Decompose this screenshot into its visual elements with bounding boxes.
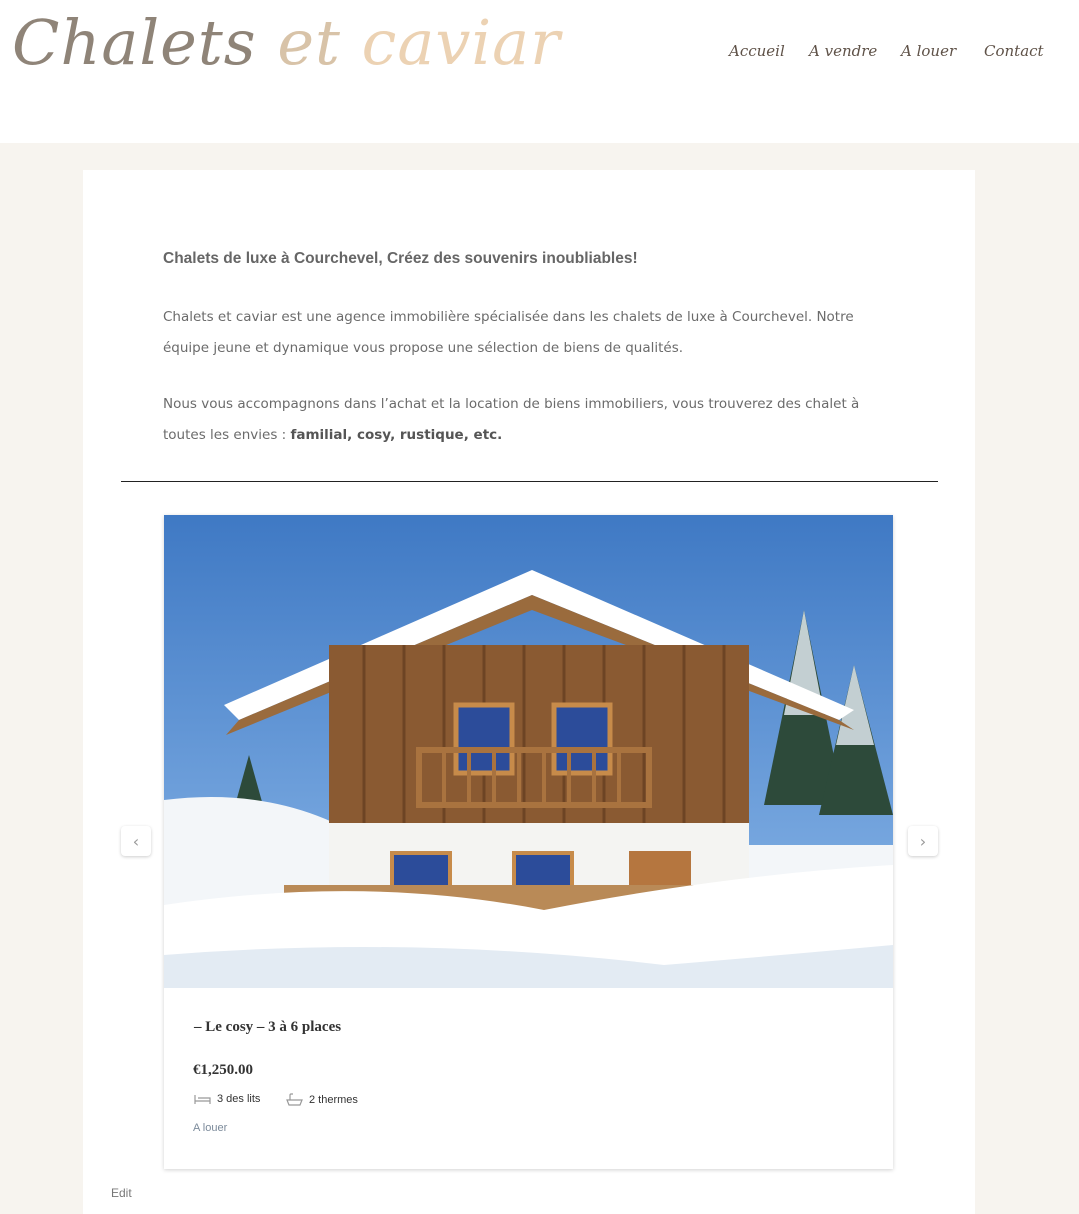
edit-link[interactable]: Edit bbox=[111, 1186, 132, 1200]
chevron-right-icon: › bbox=[919, 831, 927, 851]
bathtub-icon bbox=[286, 1093, 303, 1106]
intro-headline: Chalets de luxe à Courchevel, Créez des … bbox=[163, 250, 638, 267]
listing-status-link[interactable]: A louer bbox=[193, 1122, 227, 1134]
baths-info: 2 thermes bbox=[286, 1093, 358, 1107]
main-nav: Accueil A vendre A louer Contact bbox=[0, 42, 1079, 62]
main-content: Chalets de luxe à Courchevel, Créez des … bbox=[83, 170, 975, 1214]
nav-link-accueil[interactable]: Accueil bbox=[729, 42, 785, 60]
beds-info: 3 des lits bbox=[194, 1093, 260, 1105]
listing-title[interactable]: – Le cosy – 3 à 6 places bbox=[194, 1019, 341, 1036]
baths-count: 2 thermes bbox=[309, 1093, 358, 1106]
listing-price: €1,250.00 bbox=[193, 1062, 253, 1078]
section-divider bbox=[121, 481, 938, 482]
services-text: Nous vous accompagnons dans l’achat et l… bbox=[163, 396, 860, 443]
services-bold: familial, cosy, rustique, etc. bbox=[290, 427, 503, 443]
intro-paragraph-services: Nous vous accompagnons dans l’achat et l… bbox=[163, 389, 903, 451]
carousel-next-button[interactable]: › bbox=[908, 826, 938, 856]
nav-link-a-vendre[interactable]: A vendre bbox=[809, 42, 877, 60]
chevron-left-icon: ‹ bbox=[132, 831, 140, 851]
site-header: Chalets et caviar Accueil A vendre A lou… bbox=[0, 0, 1079, 143]
carousel-prev-button[interactable]: ‹ bbox=[121, 826, 151, 856]
listing-card[interactable]: – Le cosy – 3 à 6 places €1,250.00 3 des… bbox=[164, 515, 893, 1169]
bed-icon bbox=[194, 1095, 211, 1105]
intro-paragraph: Chalets et caviar est une agence immobil… bbox=[163, 309, 854, 356]
chalet-photo[interactable] bbox=[164, 515, 893, 988]
nav-link-a-louer[interactable]: A louer bbox=[901, 42, 956, 60]
beds-count: 3 des lits bbox=[217, 1093, 261, 1105]
nav-link-contact[interactable]: Contact bbox=[984, 42, 1044, 60]
